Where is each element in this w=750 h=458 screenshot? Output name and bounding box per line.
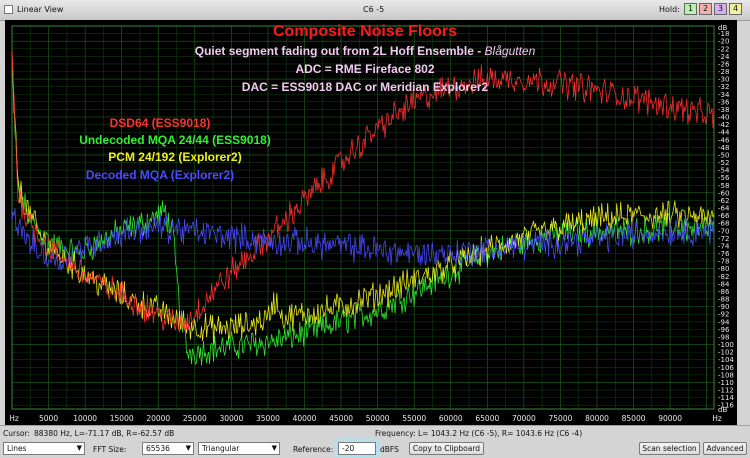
x-tick-label: 40000 bbox=[293, 414, 317, 423]
spectrum-plot[interactable]: Hz 5000 10000 15000 20000 25000 30000 35000 4000… bbox=[5, 20, 737, 425]
draw-mode-select[interactable]: Lines ▼ bbox=[3, 442, 85, 455]
x-tick-label: Hz bbox=[9, 414, 19, 423]
chart-title: Composite Noise Floors bbox=[272, 23, 458, 40]
draw-mode-value: Lines bbox=[7, 444, 27, 453]
fft-size-label: FFT Size: bbox=[93, 445, 127, 454]
reference-unit: dBFS bbox=[380, 445, 399, 454]
x-tick-label: 80000 bbox=[585, 414, 609, 423]
legend-pcm: PCM 24/192 (Explorer2) bbox=[108, 150, 242, 164]
x-tick-label: 15000 bbox=[110, 414, 134, 423]
hold-button-1[interactable]: 1 bbox=[684, 3, 697, 15]
chart-subtitle-3: DAC = ESS9018 DAC or Meridian Explorer2 bbox=[241, 80, 489, 94]
reference-value: -20 bbox=[342, 444, 355, 453]
reference-label: Reference: bbox=[293, 445, 334, 454]
chevron-down-icon: ▼ bbox=[76, 444, 82, 452]
linear-view-checkbox[interactable] bbox=[4, 5, 13, 14]
fft-size-value: 65536 bbox=[146, 444, 170, 453]
subtitle-album: Blågutten bbox=[484, 44, 536, 58]
frequency-label: Frequency: bbox=[375, 429, 416, 438]
x-tick-label: 70000 bbox=[512, 414, 536, 423]
legend-undecoded-mqa: Undecoded MQA 24/44 (ESS9018) bbox=[79, 133, 271, 147]
x-tick-label: 10000 bbox=[73, 414, 97, 423]
hold-label: Hold: bbox=[659, 5, 680, 14]
x-tick-label: 55000 bbox=[402, 414, 426, 423]
x-tick-label: 5000 bbox=[39, 414, 58, 423]
x-tick-label: 75000 bbox=[549, 414, 573, 423]
x-tick-label: 65000 bbox=[475, 414, 499, 423]
x-tick-label: 50000 bbox=[366, 414, 390, 423]
legend-decoded-mqa: Decoded MQA (Explorer2) bbox=[85, 168, 235, 182]
fft-size-select[interactable]: 65536 ▼ bbox=[142, 442, 194, 455]
channel-label: C6 -5 bbox=[363, 5, 385, 14]
x-tick-label: 85000 bbox=[622, 414, 646, 423]
scan-selection-button[interactable]: Scan selection bbox=[639, 442, 700, 455]
legend-dsd64: DSD64 (ESS9018) bbox=[109, 116, 211, 130]
reference-input[interactable]: -20 bbox=[338, 442, 376, 455]
window-select[interactable]: Triangular ▼ bbox=[198, 442, 280, 455]
cursor-readout: 88380 Hz, L=-71.17 dB, R=-62.57 dB bbox=[34, 429, 175, 438]
cursor-label: Cursor: bbox=[3, 429, 31, 438]
y-tick-label: dB bbox=[718, 406, 727, 414]
x-tick-label: 20000 bbox=[146, 414, 170, 423]
linear-view-label: Linear View bbox=[17, 5, 64, 14]
x-tick-label: 60000 bbox=[439, 414, 463, 423]
x-tick-label: 90000 bbox=[658, 414, 682, 423]
hold-button-3[interactable]: 3 bbox=[714, 3, 727, 15]
chart-subtitle-2: ADC = RME Fireface 802 bbox=[295, 62, 435, 76]
x-tick-label: 35000 bbox=[256, 414, 280, 423]
advanced-button[interactable]: Advanced bbox=[703, 442, 747, 455]
status-bar: Cursor: 88380 Hz, L=-71.17 dB, R=-62.57 … bbox=[0, 425, 750, 458]
frequency-readout: L= 1043.2 Hz (C6 -5), R= 1043.6 Hz (C6 -… bbox=[418, 429, 583, 438]
hold-button-4[interactable]: 4 bbox=[729, 3, 742, 15]
subtitle-text: Quiet segment fading out from 2L Hoff En… bbox=[194, 44, 485, 58]
hold-button-2[interactable]: 2 bbox=[699, 3, 712, 15]
x-tick-label: 45000 bbox=[329, 414, 353, 423]
x-tick-label: 30000 bbox=[219, 414, 243, 423]
window-titlebar: Linear View C6 -5 Hold: 1 2 3 4 bbox=[0, 0, 750, 21]
chevron-down-icon: ▼ bbox=[271, 444, 277, 452]
copy-to-clipboard-button[interactable]: Copy to Clipboard bbox=[409, 442, 484, 455]
window-value: Triangular bbox=[202, 444, 240, 453]
x-tick-label: 25000 bbox=[183, 414, 207, 423]
chevron-down-icon: ▼ bbox=[185, 444, 191, 452]
chart-subtitle-1: Quiet segment fading out from 2L Hoff En… bbox=[105, 44, 625, 58]
x-tick-label: Hz bbox=[712, 414, 722, 423]
